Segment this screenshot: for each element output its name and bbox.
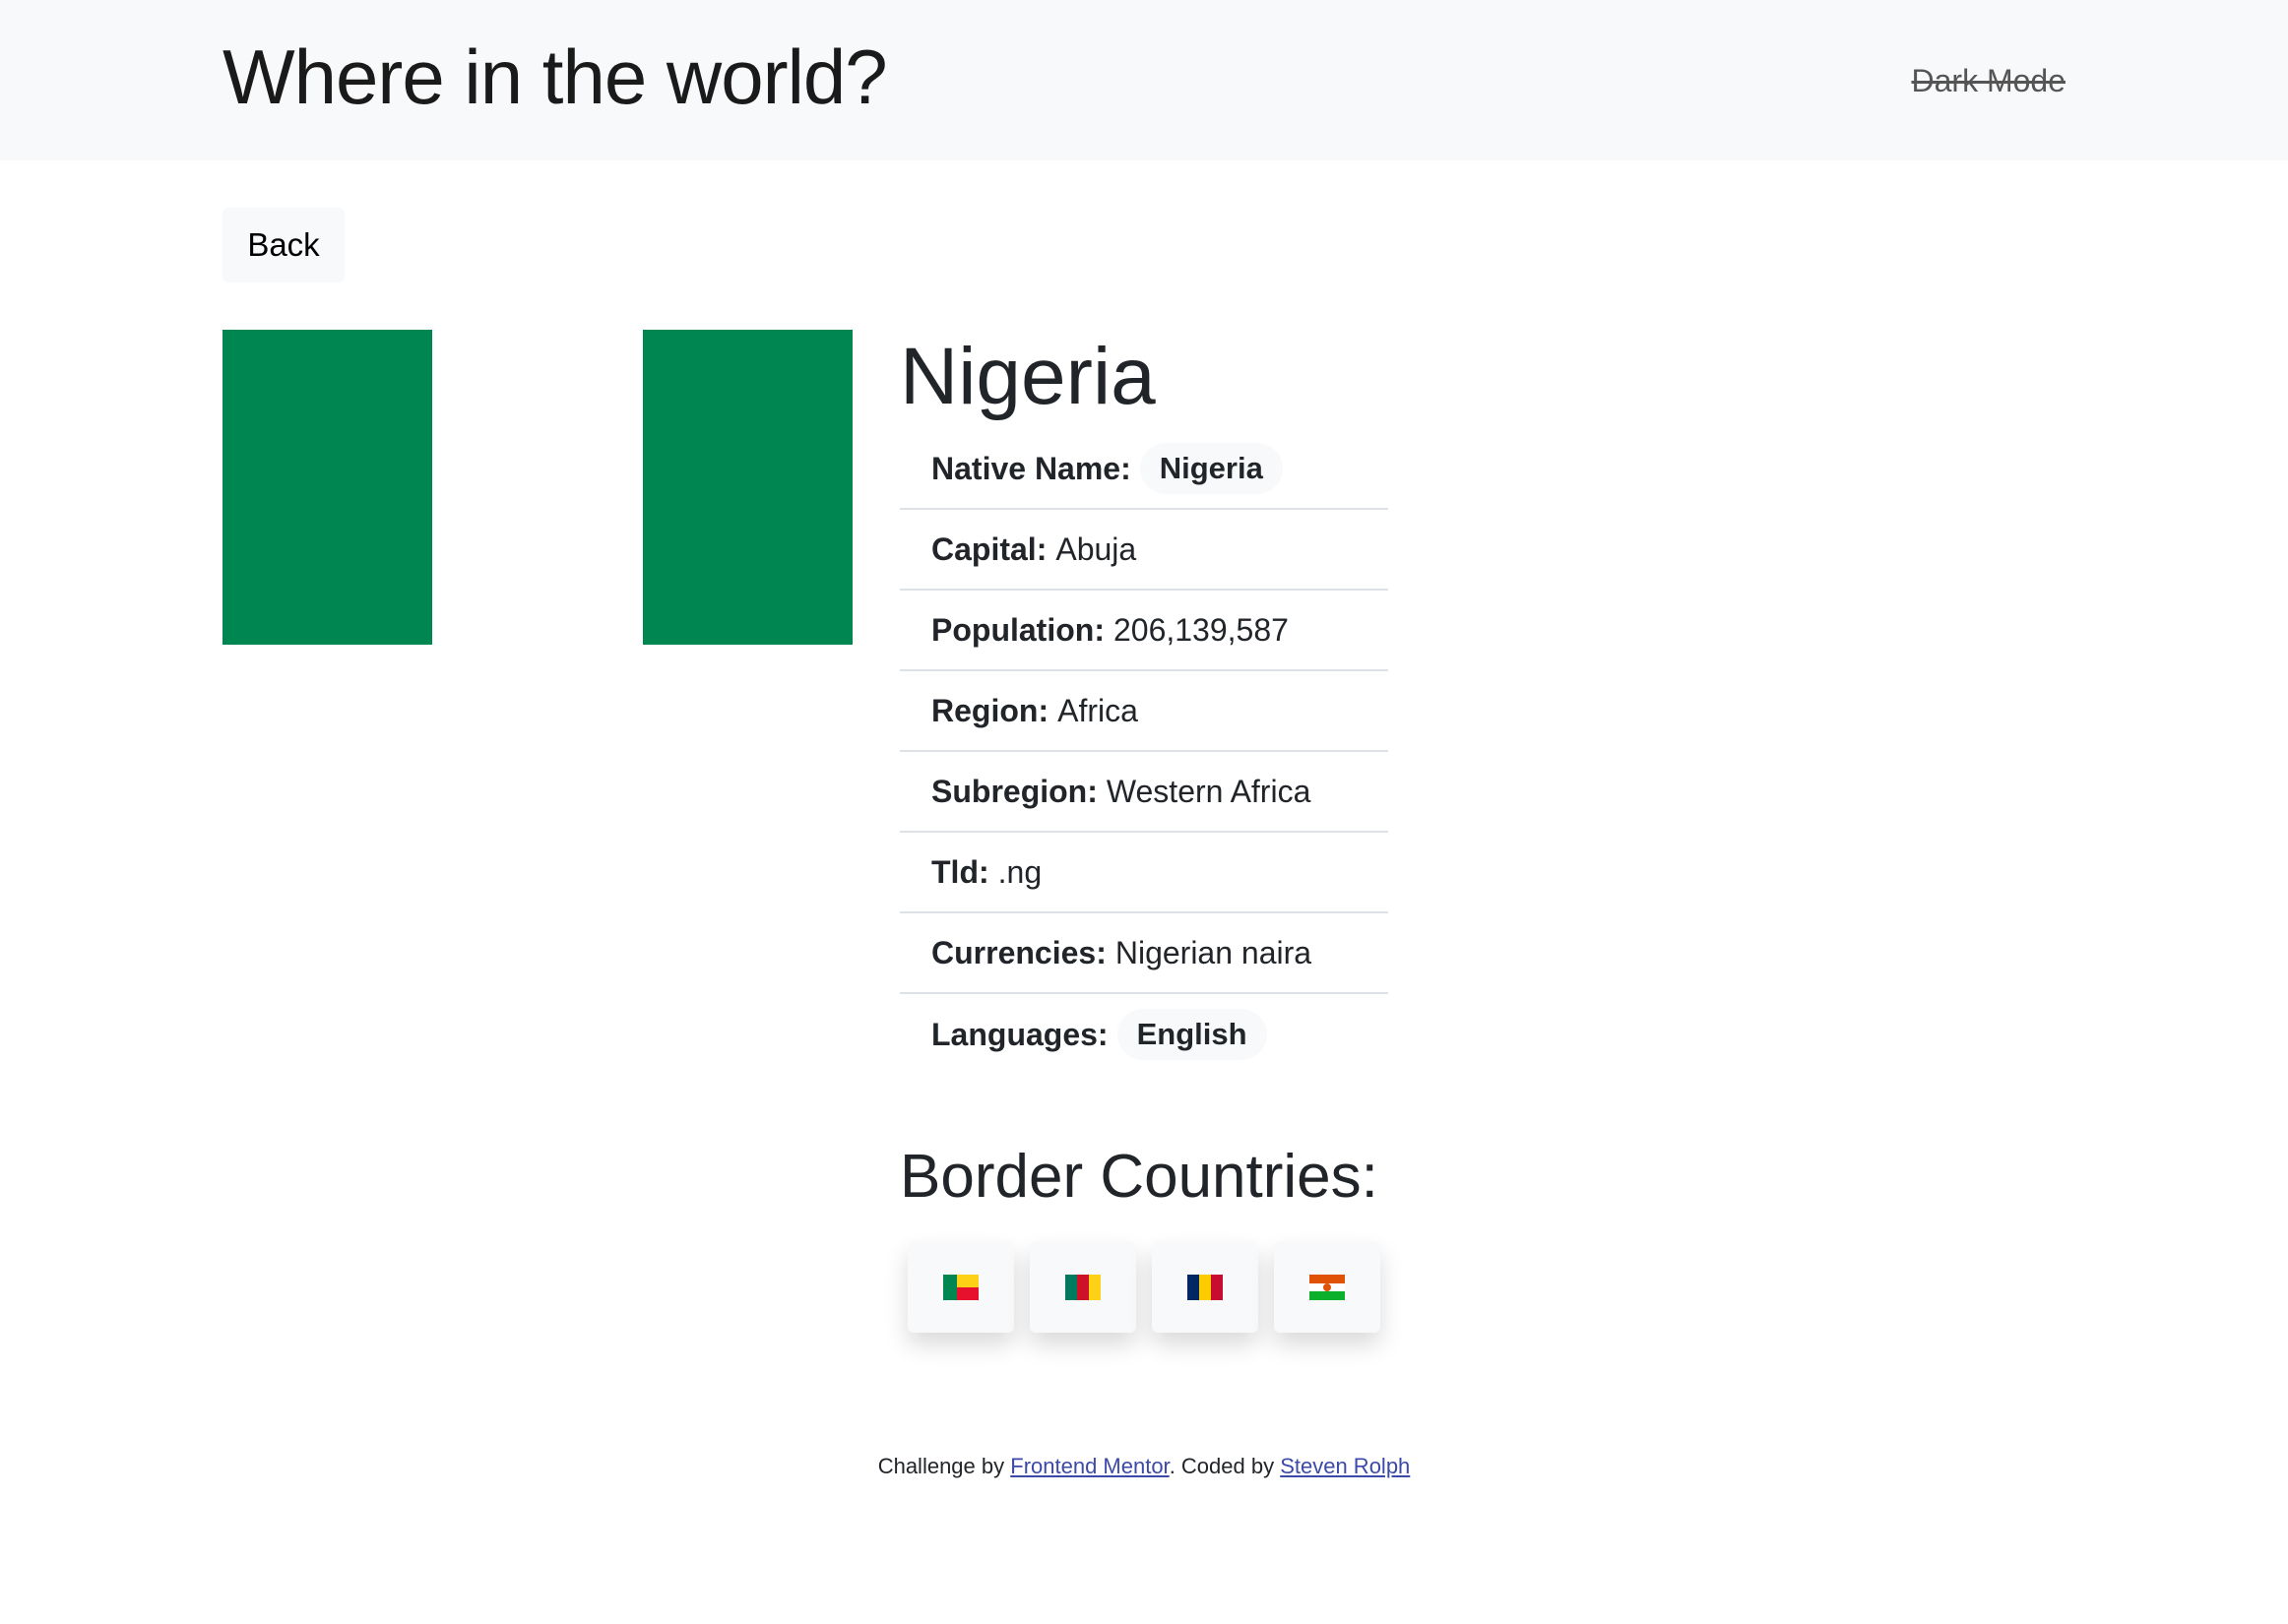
info-label: Region: bbox=[931, 692, 1049, 728]
border-country-button-cameroon[interactable] bbox=[1030, 1242, 1136, 1333]
back-button[interactable]: Back bbox=[222, 208, 345, 282]
benin-flag-icon bbox=[943, 1275, 979, 1300]
info-label: Subregion: bbox=[931, 773, 1098, 809]
info-value: Abuja bbox=[1055, 531, 1137, 567]
info-currencies: Currencies: Nigerian naira bbox=[900, 913, 1388, 994]
border-countries-title: Border Countries: bbox=[900, 1143, 1378, 1211]
border-country-button-chad[interactable] bbox=[1152, 1242, 1258, 1333]
border-country-button-niger[interactable] bbox=[1274, 1242, 1380, 1333]
app-header: Where in the world? Dark Mode bbox=[0, 0, 2288, 160]
info-list: Native Name: Nigeria Capital: Abuja Popu… bbox=[900, 429, 1388, 1075]
info-value: Africa bbox=[1057, 692, 1138, 728]
author-link[interactable]: Steven Rolph bbox=[1280, 1454, 1410, 1478]
language-badge: English bbox=[1116, 1009, 1267, 1060]
info-value: Nigerian naira bbox=[1114, 934, 1312, 970]
frontend-mentor-link[interactable]: Frontend Mentor bbox=[1010, 1454, 1169, 1478]
footer-prefix: Challenge by bbox=[877, 1454, 1011, 1478]
info-tld: Tld: .ng bbox=[900, 833, 1388, 913]
country-details: Nigeria Native Name: Nigeria Capital: Ab… bbox=[900, 325, 1388, 1075]
info-native-name: Native Name: Nigeria bbox=[900, 429, 1388, 510]
info-population: Population: 206,139,587 bbox=[900, 591, 1388, 671]
info-subregion: Subregion: Western Africa bbox=[900, 752, 1388, 833]
border-countries-list bbox=[908, 1242, 1380, 1333]
chad-flag-icon bbox=[1187, 1275, 1223, 1300]
native-name-badge: Nigeria bbox=[1139, 443, 1283, 494]
app-title: Where in the world? bbox=[222, 33, 888, 120]
cameroon-flag-icon bbox=[1065, 1275, 1101, 1300]
info-capital: Capital: Abuja bbox=[900, 510, 1388, 591]
flag-stripe-center bbox=[432, 330, 643, 645]
niger-flag-icon bbox=[1309, 1275, 1345, 1301]
footer: Challenge by Frontend Mentor. Coded by S… bbox=[0, 1449, 2288, 1484]
nigeria-flag-image bbox=[222, 330, 853, 645]
flag-stripe-right bbox=[642, 330, 853, 645]
dark-mode-toggle[interactable]: Dark Mode bbox=[1912, 57, 2066, 104]
info-value: .ng bbox=[997, 853, 1043, 890]
info-label: Capital: bbox=[931, 531, 1048, 567]
info-label: Population: bbox=[931, 611, 1105, 648]
footer-middle: . Coded by bbox=[1169, 1454, 1281, 1478]
info-value: Western Africa bbox=[1106, 773, 1311, 809]
info-label: Languages: bbox=[931, 1016, 1109, 1052]
info-label: Currencies: bbox=[931, 934, 1107, 970]
border-country-button-benin[interactable] bbox=[908, 1242, 1014, 1333]
info-languages: Languages: English bbox=[900, 994, 1388, 1075]
info-label: Native Name: bbox=[931, 450, 1131, 486]
flag-stripe-left bbox=[222, 330, 433, 645]
country-name: Nigeria bbox=[900, 332, 1156, 421]
info-label: Tld: bbox=[931, 853, 989, 890]
info-region: Region: Africa bbox=[900, 671, 1388, 752]
info-value: 206,139,587 bbox=[1112, 611, 1289, 648]
